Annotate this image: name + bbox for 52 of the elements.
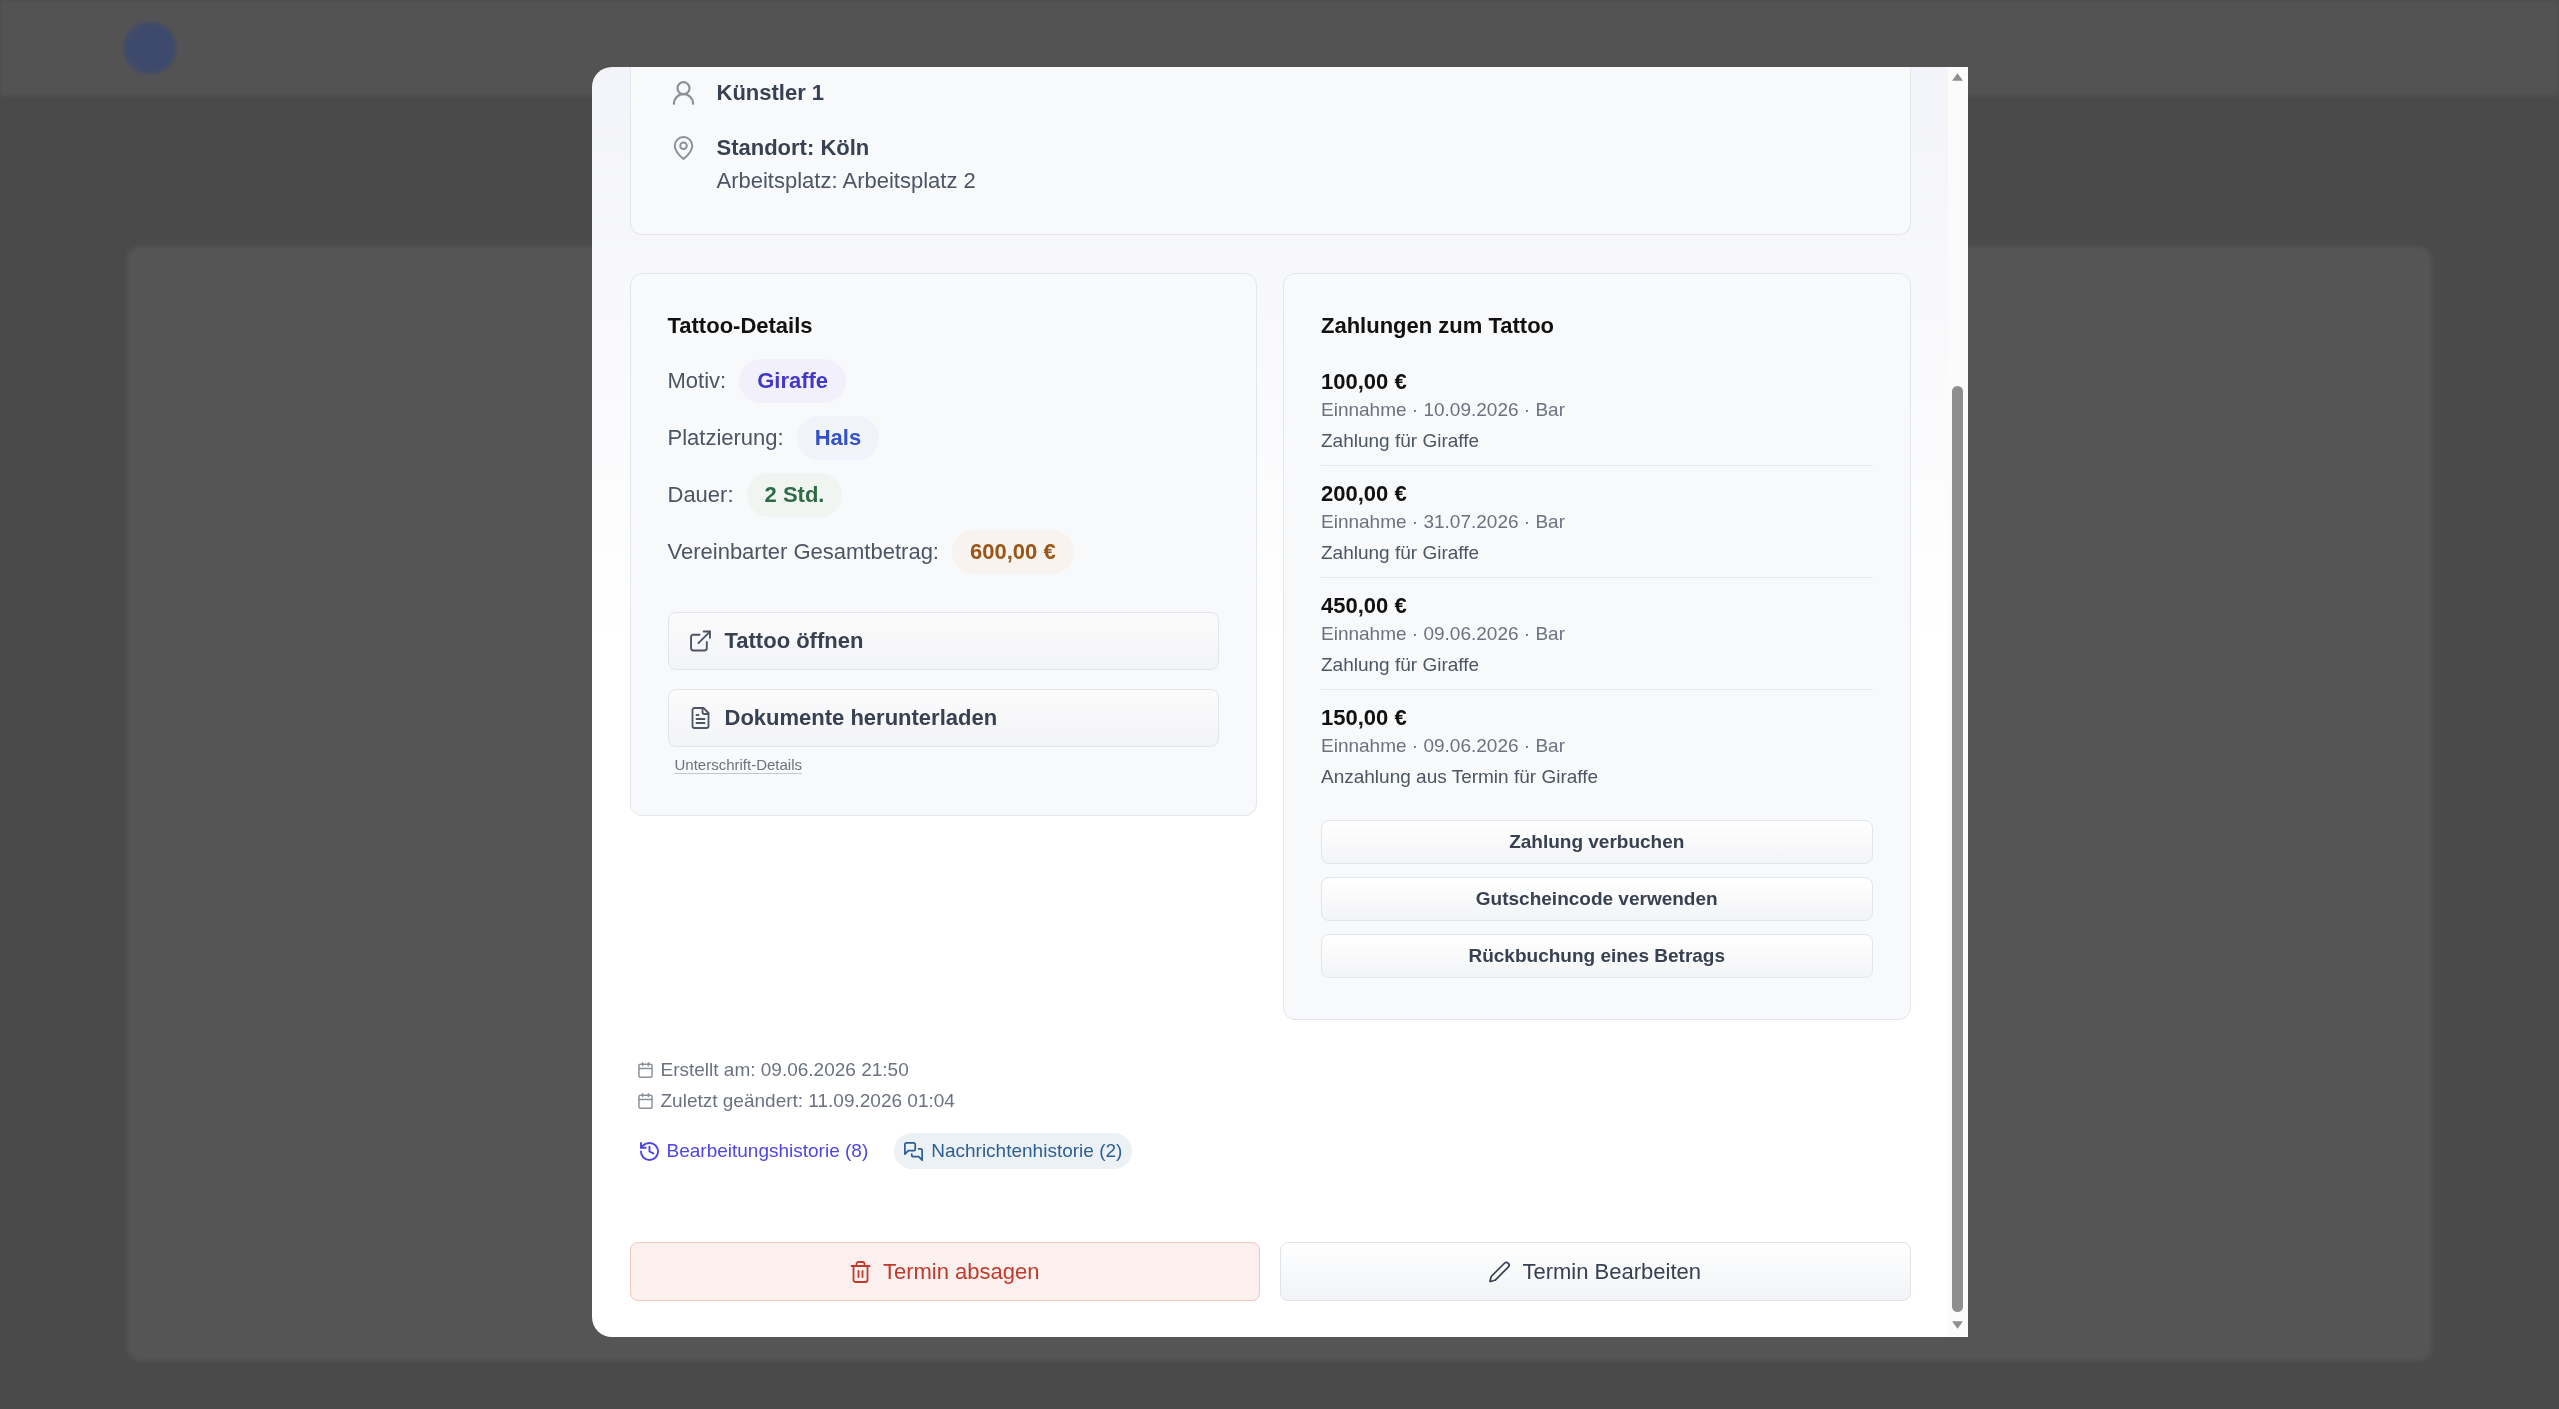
cancel-appointment-button[interactable]: Termin absagen [629, 1242, 1260, 1301]
payment-meta: Einnahme · 10.09.2026 · Bar [1321, 398, 1566, 422]
scroll-up-arrow-icon[interactable] [1952, 73, 1963, 81]
location-pin-icon [671, 136, 695, 160]
payment-amount: 150,00 € [1321, 704, 1408, 732]
download-documents-button[interactable]: Dokumente herunterladen [667, 689, 1219, 747]
scrollbar-thumb[interactable] [1952, 386, 1963, 1312]
history-icon [639, 1141, 659, 1161]
pencil-icon [1489, 1260, 1511, 1283]
value-tag: 600,00 € [952, 530, 1074, 574]
field-label: Motiv: [667, 368, 727, 394]
payment-meta: Einnahme · 31.07.2026 · Bar [1321, 510, 1566, 534]
blurred-logo-circle [124, 22, 176, 74]
field-label: Platzierung: [667, 425, 784, 451]
payment-amount: 450,00 € [1321, 592, 1408, 620]
document-icon [689, 707, 711, 729]
timestamp-text: Erstellt am: 09.06.2026 21:50 [660, 1058, 909, 1082]
external-link-icon [689, 630, 711, 652]
payment-meta: Einnahme · 09.06.2026 · Bar [1321, 734, 1566, 758]
edit-appointment-button[interactable]: Termin Bearbeiten [1280, 1242, 1911, 1301]
payment-meta: Einnahme · 09.06.2026 · Bar [1321, 622, 1566, 646]
location-text: Standort: Köln [716, 134, 871, 162]
chat-bubbles-icon [904, 1141, 924, 1161]
card-title: Tattoo-Details [667, 312, 814, 340]
payment-description: Anzahlung aus Termin für Giraffe [1321, 765, 1600, 789]
value-tag: 2 Std. [746, 473, 843, 517]
calendar-icon [637, 1093, 653, 1109]
scroll-down-arrow-icon[interactable] [1952, 1321, 1963, 1329]
payment-description: Zahlung für Giraffe [1321, 541, 1481, 565]
payment-action-button[interactable]: Gutscheincode verwenden [1321, 877, 1873, 921]
open-tattoo-button[interactable]: Tattoo öffnen [667, 612, 1219, 670]
payment-action-button[interactable]: Rückbuchung eines Betrags [1321, 934, 1873, 978]
value-tag: Hals [796, 416, 880, 460]
calendar-icon [637, 1062, 653, 1078]
payment-description: Zahlung für Giraffe [1321, 653, 1481, 677]
person-icon [671, 81, 695, 105]
scrollbar-track[interactable] [1947, 67, 1968, 1337]
trash-icon [849, 1260, 871, 1283]
signature-details-link[interactable]: Unterschrift-Details [674, 756, 803, 774]
card-title: Zahlungen zum Tattoo [1321, 312, 1555, 340]
edit-history-link[interactable]: Bearbeitungshistorie (8) [629, 1133, 879, 1169]
workplace-text: Arbeitsplatz: Arbeitsplatz 2 [716, 167, 976, 195]
artist-name: Künstler 1 [716, 79, 825, 107]
field-label: Vereinbarter Gesamtbetrag: [667, 539, 939, 565]
value-tag: Giraffe [739, 359, 847, 403]
payment-description: Zahlung für Giraffe [1321, 429, 1481, 453]
payment-amount: 200,00 € [1321, 480, 1408, 508]
payment-action-button[interactable]: Zahlung verbuchen [1321, 820, 1873, 864]
timestamp-text: Zuletzt geändert: 11.09.2026 01:04 [660, 1089, 955, 1113]
payment-amount: 100,00 € [1321, 368, 1408, 396]
field-label: Dauer: [667, 482, 734, 508]
message-history-link[interactable]: Nachrichtenhistorie (2) [894, 1133, 1133, 1169]
